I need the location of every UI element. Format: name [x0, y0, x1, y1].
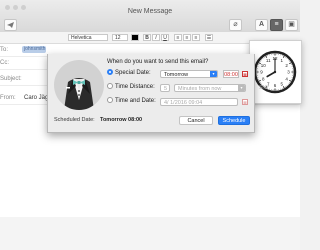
calendar-icon[interactable]: ▦ — [242, 71, 248, 77]
clock-widget: 123456789101112 — [249, 40, 302, 104]
calendar-icon[interactable]: ▦ — [242, 99, 248, 105]
recipient-chip[interactable]: johnsmith — [22, 46, 46, 53]
time-and-date-field[interactable]: 4/ 1/2016 09:04 — [160, 98, 238, 106]
clock-numeral: 11 — [266, 58, 271, 63]
schedule-button[interactable]: Schedule — [218, 116, 250, 125]
paperclip-icon: ⌀ — [233, 21, 238, 28]
time-distance-label: Time Distance: — [115, 84, 155, 90]
from-label: From: — [0, 95, 16, 101]
italic-button[interactable]: I — [152, 34, 160, 41]
format-button[interactable]: ≡ — [270, 19, 283, 31]
clock-numeral: 10 — [261, 63, 267, 68]
align-left-button[interactable]: ≡ — [174, 34, 182, 41]
window-title: New Message — [127, 8, 173, 15]
attach-button[interactable]: ⌀ — [229, 19, 242, 31]
time-distance-unit: Minutes from now — [178, 86, 222, 92]
scheduled-date-value: Tomorrow 08:00 — [100, 117, 143, 123]
list-button[interactable]: ☰ — [205, 34, 213, 41]
to-label: To: — [0, 47, 9, 53]
send-button[interactable] — [4, 19, 17, 31]
format-icon: ≡ — [274, 21, 279, 28]
time-and-date-label: Time and Date: — [115, 98, 156, 104]
underline-button[interactable]: U — [161, 34, 169, 41]
clock-label: SNY — [259, 85, 270, 91]
scheduled-date-label: Scheduled Date: — [54, 117, 95, 123]
option-time-distance[interactable]: Time Distance: — [107, 83, 155, 92]
special-date-radio[interactable] — [107, 69, 113, 76]
photo-browser-button[interactable]: ▣ — [285, 19, 298, 31]
time-and-date-radio[interactable] — [107, 97, 113, 104]
special-date-label: Special Date: — [115, 70, 151, 76]
title-bar: New Message ⌀ A ≡ ▣ — [0, 0, 300, 33]
font-select[interactable]: Helvetica — [68, 34, 108, 41]
option-special-date[interactable]: Special Date: — [107, 69, 151, 78]
cc-label: Cc: — [0, 60, 9, 66]
align-right-button[interactable]: ≡ — [192, 34, 200, 41]
photo-icon: ▣ — [288, 21, 295, 28]
butler-tuxedo-icon — [54, 60, 104, 110]
chevron-down-icon: ▾ — [210, 71, 217, 77]
time-distance-amount[interactable]: 5 — [160, 84, 170, 92]
schedule-sheet: When do you want to send this email? Spe… — [47, 54, 255, 133]
font-size-select[interactable]: 12 — [112, 34, 128, 41]
align-center-button[interactable]: ≡ — [183, 34, 191, 41]
chevron-down-icon: ▾ — [238, 85, 245, 91]
schedule-question: When do you want to send this email? — [107, 59, 209, 65]
time-distance-radio[interactable] — [107, 83, 113, 90]
font-button[interactable]: A — [255, 19, 268, 31]
clock-face: 123456789101112 — [253, 50, 297, 94]
text-color-swatch[interactable] — [131, 34, 139, 41]
option-time-and-date[interactable]: Time and Date: — [107, 97, 156, 106]
bold-button[interactable]: B — [143, 34, 151, 41]
special-date-time[interactable]: 08:00 — [223, 70, 239, 78]
window-footer — [0, 217, 300, 250]
subject-label: Subject: — [0, 76, 22, 82]
special-date-select[interactable]: Tomorrow ▾ — [160, 70, 218, 78]
cancel-button[interactable]: Cancel — [179, 116, 213, 125]
special-date-value: Tomorrow — [164, 72, 189, 78]
time-distance-unit-select[interactable]: Minutes from now ▾ — [174, 84, 246, 92]
from-value[interactable]: Caro Jäg — [24, 95, 48, 101]
